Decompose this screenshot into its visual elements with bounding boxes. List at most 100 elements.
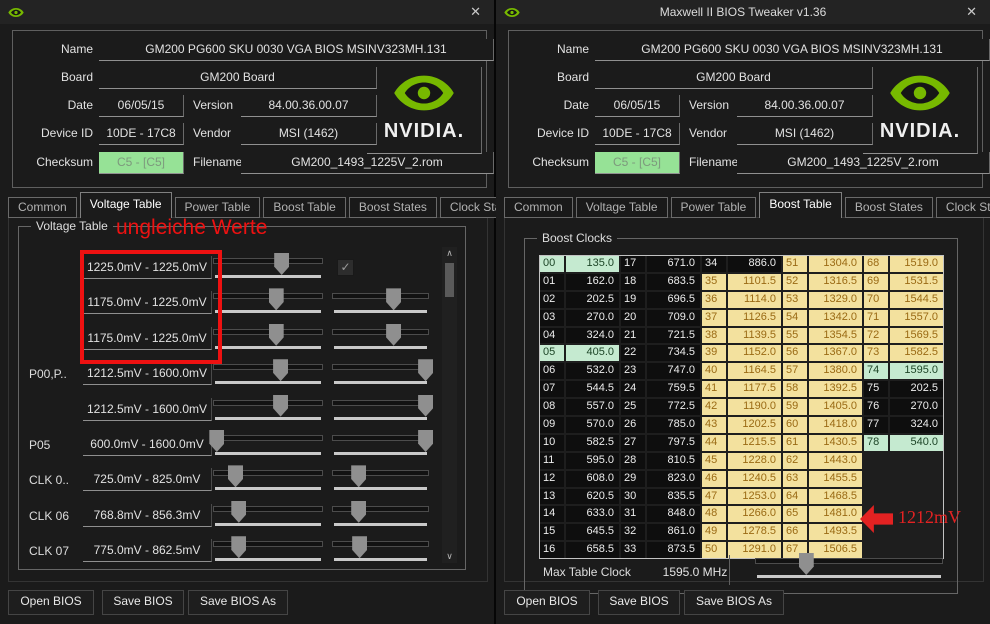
voltage-range-field[interactable]: 1212.5mV - 1600.0mV	[83, 362, 212, 386]
boost-value-cell[interactable]: 1215.5	[728, 434, 781, 451]
boost-value-cell[interactable]: 797.5	[647, 434, 700, 451]
boost-value-cell[interactable]: 544.5	[566, 381, 619, 398]
voltage-slider[interactable]	[213, 323, 323, 352]
boost-value-cell[interactable]: 595.0	[566, 452, 619, 469]
save-bios-button[interactable]: Save BIOS	[598, 590, 680, 615]
save-bios-as-button[interactable]: Save BIOS As	[188, 590, 288, 615]
voltage-slider[interactable]	[213, 253, 323, 281]
tab-clock-states[interactable]: Clock States	[935, 197, 990, 218]
boost-value-cell[interactable]: 1367.0	[809, 345, 862, 362]
voltage-range-field[interactable]: 775.0mV - 862.5mV	[83, 539, 212, 563]
boost-value-cell[interactable]: 671.0	[647, 256, 700, 272]
slider-thumb[interactable]	[351, 500, 367, 523]
boost-value-cell[interactable]: 823.0	[647, 470, 700, 487]
boost-value-cell[interactable]: 1304.0	[809, 256, 862, 272]
tab-boost-states[interactable]: Boost States	[348, 197, 437, 218]
voltage-slider[interactable]	[213, 465, 323, 493]
scroll-up-icon[interactable]: ∧	[442, 247, 457, 260]
voltage-slider[interactable]	[332, 500, 429, 529]
boost-value-cell[interactable]: 270.0	[566, 309, 619, 326]
boost-value-cell[interactable]: 570.0	[566, 417, 619, 433]
voltage-slider[interactable]	[213, 536, 323, 564]
slider-thumb[interactable]	[418, 359, 434, 382]
tab-boost-states[interactable]: Boost States	[844, 197, 933, 218]
voltage-range-field[interactable]: 1212.5mV - 1600.0mV	[83, 397, 212, 421]
boost-value-cell[interactable]: 1455.5	[809, 470, 862, 487]
tab-voltage-table[interactable]: Voltage Table	[575, 197, 668, 218]
voltage-scrollbar[interactable]: ∧ ∨	[442, 247, 457, 563]
boost-value-cell[interactable]: 709.0	[647, 309, 700, 326]
boost-value-cell[interactable]: 1481.0	[809, 506, 862, 523]
boost-value-cell[interactable]: 620.5	[566, 488, 619, 505]
boost-value-cell[interactable]: 1278.5	[728, 524, 781, 541]
boost-value-cell[interactable]: 873.5	[647, 542, 700, 559]
voltage-slider[interactable]	[213, 288, 323, 316]
boost-value-cell[interactable]: 886.0	[728, 256, 781, 272]
boost-value-cell[interactable]: 324.0	[566, 327, 619, 344]
boost-value-cell[interactable]: 861.0	[647, 524, 700, 541]
tab-voltage-table[interactable]: Voltage Table	[79, 192, 172, 218]
boost-value-cell[interactable]: 1418.0	[809, 417, 862, 433]
boost-value-cell[interactable]: 1595.0	[890, 363, 943, 380]
voltage-slider[interactable]	[213, 394, 323, 423]
boost-value-cell[interactable]: 1114.0	[728, 291, 781, 308]
boost-value-cell[interactable]: 202.5	[890, 381, 943, 398]
slider-thumb[interactable]	[352, 536, 368, 559]
boost-value-cell[interactable]: 1152.0	[728, 345, 781, 362]
slider-thumb[interactable]	[273, 359, 289, 382]
boost-value-cell[interactable]: 734.5	[647, 345, 700, 362]
boost-value-cell[interactable]: 1126.5	[728, 309, 781, 326]
boost-value-cell[interactable]: 1557.0	[890, 309, 943, 326]
boost-value-cell[interactable]: 270.0	[890, 399, 943, 416]
boost-value-cell[interactable]: 557.0	[566, 399, 619, 416]
boost-value-cell[interactable]: 324.0	[890, 417, 943, 433]
boost-value-cell[interactable]: 1164.5	[728, 363, 781, 380]
boost-value-cell[interactable]: 202.5	[566, 291, 619, 308]
boost-value-cell[interactable]: 1544.5	[890, 291, 943, 308]
tab-power-table[interactable]: Power Table	[670, 197, 757, 218]
voltage-slider[interactable]	[332, 323, 429, 352]
slider-thumb[interactable]	[274, 253, 290, 275]
slider-thumb[interactable]	[268, 323, 284, 346]
boost-value-cell[interactable]: 135.0	[566, 256, 619, 272]
boost-value-cell[interactable]: 1177.5	[728, 381, 781, 398]
voltage-slider[interactable]	[213, 359, 323, 387]
slider-thumb[interactable]	[418, 394, 434, 417]
tab-common[interactable]: Common	[8, 197, 77, 218]
boost-value-cell[interactable]: 1316.5	[809, 273, 862, 290]
boost-value-cell[interactable]: 1493.5	[809, 524, 862, 541]
boost-value-cell[interactable]: 540.0	[890, 434, 943, 451]
boost-value-cell[interactable]: 759.5	[647, 381, 700, 398]
boost-value-cell[interactable]: 785.0	[647, 417, 700, 433]
boost-value-cell[interactable]: 1139.5	[728, 327, 781, 344]
close-icon[interactable]: ✕	[966, 0, 977, 24]
slider-thumb[interactable]	[351, 465, 367, 488]
slider-thumb[interactable]	[268, 288, 284, 311]
voltage-range-field[interactable]: 600.0mV - 1600.0mV	[83, 433, 212, 456]
tab-boost-table[interactable]: Boost Table	[263, 197, 346, 218]
boost-value-cell[interactable]: 405.0	[566, 345, 619, 362]
voltage-slider[interactable]	[332, 288, 429, 316]
boost-value-cell[interactable]: 1531.5	[890, 273, 943, 290]
titlebar[interactable]: Maxwell II BIOS Tweaker v1.36 ✕	[496, 0, 990, 24]
boost-value-cell[interactable]: 696.5	[647, 291, 700, 308]
boost-value-cell[interactable]: 1519.0	[890, 256, 943, 272]
max-table-clock-slider[interactable]	[755, 553, 943, 581]
boost-value-cell[interactable]: 1101.5	[728, 273, 781, 290]
boost-value-cell[interactable]: 1266.0	[728, 506, 781, 523]
boost-value-cell[interactable]: 1202.5	[728, 417, 781, 433]
voltage-slider[interactable]	[332, 430, 434, 458]
voltage-slider[interactable]	[332, 465, 429, 493]
slider-thumb[interactable]	[228, 465, 243, 488]
boost-value-cell[interactable]: 658.5	[566, 542, 619, 559]
close-icon[interactable]: ✕	[470, 0, 481, 24]
boost-value-cell[interactable]: 848.0	[647, 506, 700, 523]
boost-value-cell[interactable]: 747.0	[647, 363, 700, 380]
boost-value-cell[interactable]: 532.0	[566, 363, 619, 380]
voltage-slider[interactable]	[332, 394, 434, 423]
slider-thumb[interactable]	[386, 288, 402, 311]
boost-value-cell[interactable]: 1582.5	[890, 345, 943, 362]
boost-value-cell[interactable]: 1240.5	[728, 470, 781, 487]
titlebar[interactable]: ✕	[0, 0, 494, 24]
voltage-range-field[interactable]: 768.8mV - 856.3mV	[83, 503, 212, 527]
